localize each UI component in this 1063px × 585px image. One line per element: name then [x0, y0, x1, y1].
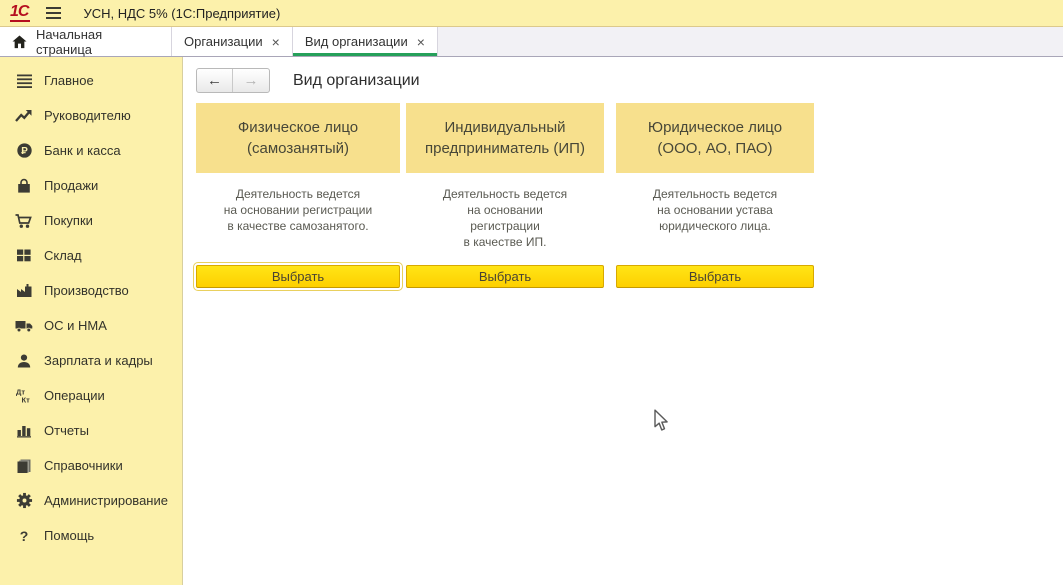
shopping-bag-icon — [13, 178, 35, 194]
sidebar-item-label: Зарплата и кадры — [44, 353, 153, 368]
window-title: УСН, НДС 5% (1С:Предприятие) — [83, 6, 280, 21]
main-content: ← → Вид организации Физическое лицо (сам… — [183, 57, 1063, 585]
select-button-entrepreneur[interactable]: Выбрать — [406, 265, 604, 288]
tab-label: Начальная страница — [36, 27, 159, 57]
sidebar-item-manager[interactable]: Руководителю — [0, 98, 182, 133]
bar-chart-icon — [13, 423, 35, 438]
card-individual-selfemployed: Физическое лицо (самозанятый) Деятельнос… — [196, 103, 400, 288]
sidebar-item-label: Администрирование — [44, 493, 168, 508]
card-legal-entity: Юридическое лицо (ООО, АО, ПАО) Деятельн… — [616, 103, 814, 288]
sidebar-item-label: Покупки — [44, 213, 93, 228]
sidebar-item-administration[interactable]: Администрирование — [0, 483, 182, 518]
card-description: Деятельность ведется на основании устава… — [616, 173, 814, 265]
sidebar-item-label: Справочники — [44, 458, 123, 473]
tab-label: Организации — [184, 34, 263, 49]
books-icon — [13, 458, 35, 474]
sidebar-item-label: Главное — [44, 73, 94, 88]
tab-home-page[interactable]: Начальная страница — [0, 27, 172, 56]
sidebar-item-reports[interactable]: Отчеты — [0, 413, 182, 448]
app-window: { "topbar": { "logo": "1С", "title": "УС… — [0, 0, 1063, 585]
sidebar: Главное Руководителю Р Банк и касса Прод… — [0, 57, 183, 585]
sidebar-item-label: Банк и касса — [44, 143, 121, 158]
sidebar-item-directories[interactable]: Справочники — [0, 448, 182, 483]
sidebar-item-payroll-hr[interactable]: Зарплата и кадры — [0, 343, 182, 378]
card-title: Индивидуальный предприниматель (ИП) — [406, 103, 604, 173]
sidebar-item-help[interactable]: ? Помощь — [0, 518, 182, 553]
close-icon[interactable]: × — [417, 35, 425, 49]
select-button-selfemployed[interactable]: Выбрать — [196, 265, 400, 288]
history-nav: ← → — [196, 68, 270, 93]
debit-credit-icon: ДтКт — [13, 387, 35, 404]
sidebar-item-main[interactable]: Главное — [0, 63, 182, 98]
sidebar-item-fixed-assets[interactable]: ОС и НМА — [0, 308, 182, 343]
card-description: Деятельность ведется на основании регист… — [406, 173, 604, 265]
sidebar-item-production[interactable]: Производство — [0, 273, 182, 308]
title-bar: 1С УСН, НДС 5% (1С:Предприятие) — [0, 0, 1063, 27]
trend-up-icon — [13, 108, 35, 123]
close-icon[interactable]: × — [272, 35, 280, 49]
card-title: Юридическое лицо (ООО, АО, ПАО) — [616, 103, 814, 173]
sidebar-item-warehouse[interactable]: Склад — [0, 238, 182, 273]
sidebar-item-label: Производство — [44, 283, 129, 298]
sidebar-item-label: Склад — [44, 248, 82, 263]
tab-organization-kind[interactable]: Вид организации × — [293, 27, 438, 56]
sidebar-item-label: Помощь — [44, 528, 94, 543]
page-title: Вид организации — [293, 72, 420, 90]
forward-button[interactable]: → — [233, 69, 269, 92]
sidebar-item-label: Операции — [44, 388, 105, 403]
organization-kind-cards: Физическое лицо (самозанятый) Деятельнос… — [196, 103, 1063, 288]
card-description: Деятельность ведется на основании регист… — [196, 173, 400, 265]
factory-icon — [13, 283, 35, 298]
sidebar-item-sales[interactable]: Продажи — [0, 168, 182, 203]
question-icon: ? — [13, 528, 35, 544]
sidebar-item-purchases[interactable]: Покупки — [0, 203, 182, 238]
sidebar-item-bank-cash[interactable]: Р Банк и касса — [0, 133, 182, 168]
menu-lines-icon — [13, 73, 35, 89]
back-button[interactable]: ← — [197, 69, 233, 92]
tab-label: Вид организации — [305, 34, 408, 49]
home-icon — [12, 35, 27, 49]
svg-text:Р: Р — [21, 146, 28, 157]
card-individual-entrepreneur: Индивидуальный предприниматель (ИП) Деят… — [406, 103, 604, 288]
tab-organizations[interactable]: Организации × — [172, 27, 293, 56]
warehouse-grid-icon — [13, 248, 35, 263]
sidebar-item-label: Отчеты — [44, 423, 89, 438]
ruble-circle-icon: Р — [13, 142, 35, 159]
mouse-cursor — [653, 409, 669, 438]
sidebar-item-label: ОС и НМА — [44, 318, 107, 333]
1c-logo: 1С — [10, 4, 30, 22]
gear-icon — [13, 492, 35, 509]
main-menu-icon[interactable] — [46, 7, 61, 19]
card-title: Физическое лицо (самозанятый) — [196, 103, 400, 173]
sidebar-item-label: Продажи — [44, 178, 98, 193]
svg-text:Кт: Кт — [22, 396, 31, 405]
select-button-legal-entity[interactable]: Выбрать — [616, 265, 814, 288]
tab-bar: Начальная страница Организации × Вид орг… — [0, 27, 1063, 57]
shopping-cart-icon — [13, 213, 35, 229]
person-icon — [13, 353, 35, 369]
sidebar-item-label: Руководителю — [44, 108, 131, 123]
sidebar-item-operations[interactable]: ДтКт Операции — [0, 378, 182, 413]
truck-icon — [13, 318, 35, 333]
